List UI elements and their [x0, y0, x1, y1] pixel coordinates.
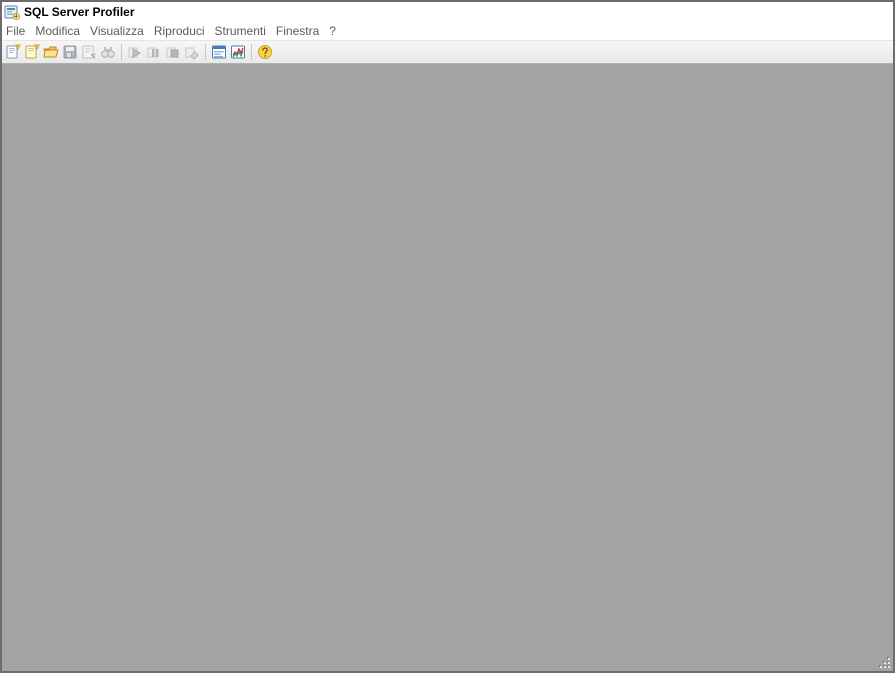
save-button [61, 43, 79, 61]
menu-window[interactable]: Finestra [276, 22, 319, 40]
open-button[interactable] [42, 43, 60, 61]
new-trace-button[interactable] [4, 43, 22, 61]
properties-button [80, 43, 98, 61]
menu-file[interactable]: File [6, 22, 25, 40]
toolbar [2, 41, 893, 64]
toolbar-separator [205, 44, 206, 60]
menu-help[interactable]: ? [329, 22, 336, 40]
open-folder-icon [43, 44, 59, 60]
menu-replay[interactable]: Riproduci [154, 22, 205, 40]
properties-icon [81, 44, 97, 60]
activity-monitor-button[interactable] [229, 43, 247, 61]
menu-view[interactable]: Visualizza [90, 22, 144, 40]
new-template-icon [24, 44, 40, 60]
clear-trace-button [183, 43, 201, 61]
new-template-button[interactable] [23, 43, 41, 61]
app-window: SQL Server Profiler File Modifica Visual… [0, 0, 895, 673]
window-title: SQL Server Profiler [24, 5, 135, 19]
eraser-icon [184, 44, 200, 60]
activity-chart-icon [230, 44, 246, 60]
new-trace-icon [5, 44, 21, 60]
resize-grip-icon[interactable] [877, 655, 891, 669]
start-play-icon [127, 44, 143, 60]
toolbar-separator [121, 44, 122, 60]
toolbar-separator [251, 44, 252, 60]
find-button [99, 43, 117, 61]
save-floppy-icon [62, 44, 78, 60]
titlebar: SQL Server Profiler [2, 2, 893, 22]
mdi-workspace [2, 64, 893, 671]
app-icon [4, 4, 20, 20]
start-trace-button [126, 43, 144, 61]
pause-trace-button [145, 43, 163, 61]
pause-icon [146, 44, 162, 60]
tuning-advisor-button[interactable] [210, 43, 228, 61]
stop-trace-button [164, 43, 182, 61]
help-button[interactable] [256, 43, 274, 61]
tuning-advisor-icon [211, 44, 227, 60]
help-icon [257, 44, 273, 60]
menu-edit[interactable]: Modifica [35, 22, 80, 40]
find-binoculars-icon [100, 44, 116, 60]
menubar: File Modifica Visualizza Riproduci Strum… [2, 22, 893, 41]
stop-icon [165, 44, 181, 60]
menu-tools[interactable]: Strumenti [215, 22, 266, 40]
